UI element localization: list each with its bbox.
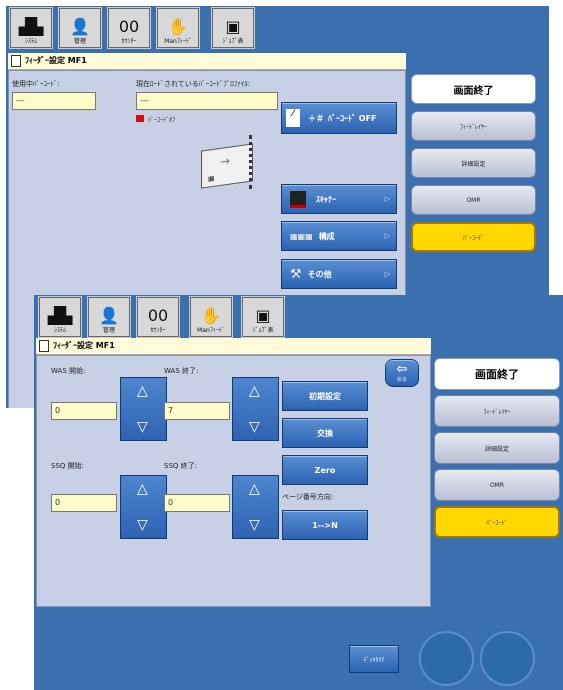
triangle-down-icon[interactable]: ▽ [249, 517, 260, 533]
toolbar-system-button[interactable]: ▟▙ ｼｽﾃﾑ [10, 8, 52, 48]
config-icon: ▦▦▦ [290, 231, 313, 241]
toolbar-job-queue-button[interactable]: ▣ ｼﾞｮﾌﾞ表 [212, 8, 254, 48]
detail-settings-button[interactable]: 詳細設定 [434, 432, 560, 464]
page-direction-label: ページ番号方向: [282, 493, 334, 501]
toolbar-manager-button[interactable]: 👤 管理 [59, 8, 101, 48]
system-icon: ▟▙ [18, 17, 44, 36]
hand-icon: ✋ [168, 17, 188, 36]
was-start-field[interactable]: 0 [51, 402, 117, 420]
person-icon: 👤 [70, 17, 90, 36]
triangle-down-icon[interactable]: ▽ [137, 517, 148, 533]
main-panel: ⇦ 戻る WAS 開始: 0 △ ▽ WAS 終了: 7 △ ▽ SSQ 開始:… [36, 355, 431, 607]
toolbar-counter-button[interactable]: 00 ｶｳﾝﾀｰ [108, 8, 150, 48]
omr-button[interactable]: OMR [411, 185, 536, 215]
loaded-profile-field: --- [136, 92, 278, 110]
barcode-in-use-field: --- [12, 92, 96, 110]
triangle-up-icon[interactable]: △ [249, 481, 260, 497]
toolbar-job-queue-button[interactable]: ▣ ｼﾞｮﾌﾞ表 [242, 297, 284, 337]
status-light-left [419, 631, 474, 686]
toolbar-counter-button[interactable]: 00 ｶｳﾝﾀｰ [137, 297, 179, 337]
barcode-page-icon: ⁄ [286, 109, 300, 127]
toolbar-manager-button[interactable]: 👤 管理 [88, 297, 130, 337]
feeder-illustration: → |||||||| [201, 143, 253, 189]
end-screen-button[interactable]: 画面終了 [434, 358, 560, 390]
loaded-profile-label: 現在ﾛｰﾄﾞされているﾊﾞｰｺｰﾄﾞﾌﾟﾛﾌｧｲﾙ: [136, 80, 251, 88]
ssq-end-field[interactable]: 0 [164, 494, 230, 512]
triangle-up-icon[interactable]: △ [249, 383, 260, 399]
was-start-stepper: △ ▽ [120, 377, 167, 441]
ssq-start-stepper: △ ▽ [120, 475, 167, 539]
barcode-off-indicator-label: ﾊﾞｰｺｰﾄﾞｵﾌ [148, 117, 176, 124]
system-icon: ▟▙ [47, 306, 73, 325]
barcode-icon: |||||||| [208, 175, 214, 183]
hand-icon: ✋ [201, 306, 221, 325]
tools-icon: ⚒ [290, 266, 302, 282]
was-end-field[interactable]: 7 [164, 402, 230, 420]
config-button[interactable]: ▦▦▦ 構成 ▷ [281, 221, 397, 251]
toolbar-manual-feed-button[interactable]: ✋ Manﾌｨｰﾄﾞ [190, 297, 232, 337]
was-start-label: WAS 開始: [51, 367, 86, 375]
counter-icon: 00 [118, 17, 140, 36]
was-end-stepper: △ ▽ [232, 377, 279, 441]
triangle-up-icon[interactable]: △ [137, 481, 148, 497]
was-end-label: WAS 終了: [164, 367, 199, 375]
arrow-right-icon: → [220, 153, 231, 169]
detail-settings-button[interactable]: 詳細設定 [411, 148, 536, 178]
window-title: ﾌｨｰﾀﾞｰ設定 MF1 [36, 338, 431, 355]
chevron-right-icon: ▷ [384, 232, 390, 240]
initial-settings-button[interactable]: 初期設定 [282, 381, 368, 411]
disk-icon: ▣ [255, 306, 271, 325]
scanner-icon [290, 190, 306, 208]
person-icon: 👤 [99, 306, 119, 325]
end-screen-button[interactable]: 画面終了 [411, 74, 536, 104]
ssq-start-label: SSQ 開始: [51, 462, 84, 470]
counter-icon: 00 [147, 306, 169, 325]
feed-layer-button[interactable]: ﾌｨｰﾄﾞﾚｲﾔｰ [411, 111, 536, 141]
feeder-rollers [249, 135, 260, 189]
plus-hash-icon: ＋＃ [308, 113, 324, 123]
ssq-end-stepper: △ ▽ [232, 475, 279, 539]
chevron-right-icon: ▷ [384, 195, 390, 203]
barcode-side-button[interactable]: ﾊﾞｰｺｰﾄﾞ [434, 506, 560, 538]
toolbar-manual-feed-button[interactable]: ✋ Manﾌｨｰﾄﾞ [157, 8, 199, 48]
triangle-down-icon[interactable]: ▽ [137, 419, 148, 435]
disk-icon: ▣ [225, 17, 241, 36]
barcode-off-indicator-light [136, 115, 144, 122]
document-icon [11, 54, 21, 67]
barcode-in-use-label: 使用中ﾊﾞｰｺｰﾄﾞ: [12, 80, 60, 88]
barcode-side-button[interactable]: ﾊﾞｰｺｰﾄﾞ [411, 222, 536, 252]
back-button[interactable]: ⇦ 戻る [385, 359, 419, 387]
triangle-up-icon[interactable]: △ [137, 383, 148, 399]
chevron-right-icon: ▷ [384, 270, 390, 278]
swap-button[interactable]: 交換 [282, 418, 368, 448]
page-direction-button[interactable]: 1-->N [282, 510, 368, 540]
other-button[interactable]: ⚒ その他 ▷ [281, 259, 397, 289]
ssq-start-field[interactable]: 0 [51, 494, 117, 512]
feed-layer-button[interactable]: ﾌｨｰﾄﾞﾚｲﾔｰ [434, 395, 560, 427]
scanner-button[interactable]: ｽｷｬﾅｰ ▷ [281, 184, 397, 214]
back-arrow-icon: ⇦ [396, 362, 408, 377]
window-title: ﾌｨｰﾀﾞｰ設定 MF1 [8, 53, 406, 70]
document-icon [39, 339, 49, 352]
status-light-right [480, 631, 535, 686]
zero-button[interactable]: Zero [282, 455, 368, 485]
ssq-end-label: SSQ 終了: [164, 462, 197, 470]
toolbar-system-button[interactable]: ▟▙ ｼｽﾃﾑ [39, 297, 81, 337]
feeder-settings-screen-front: ▟▙ ｼｽﾃﾑ 👤 管理 00 ｶｳﾝﾀｰ ✋ Manﾌｨｰﾄﾞ ▣ ｼﾞｮﾌﾞ… [34, 295, 563, 690]
triangle-down-icon[interactable]: ▽ [249, 419, 260, 435]
barcode-off-button[interactable]: ⁄ ＋＃ ﾊﾞｰｺｰﾄﾞ OFF [281, 102, 397, 134]
omr-button[interactable]: OMR [434, 469, 560, 501]
deck-clear-button[interactable]: ﾃﾞｯｷｸﾘｱ [349, 645, 399, 673]
